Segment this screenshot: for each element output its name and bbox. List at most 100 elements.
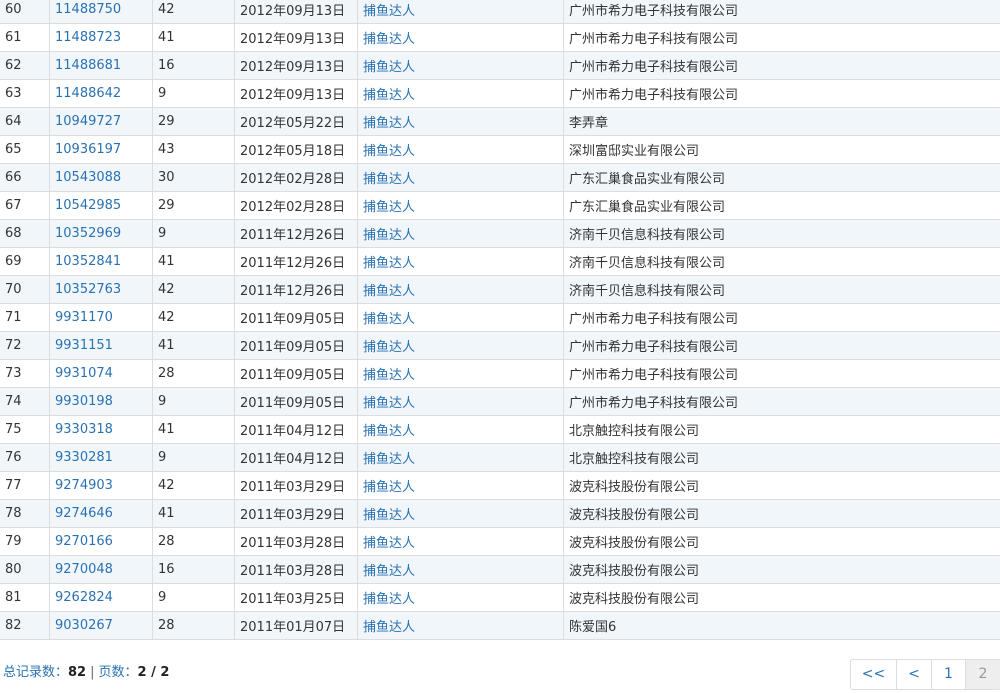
application-date-cell: 2012年05月22日: [234, 107, 358, 136]
registration-number-cell: 9270048: [49, 555, 153, 584]
trademark-name-link[interactable]: 捕鱼达人: [363, 88, 415, 103]
registration-number-cell: 9274646: [49, 499, 153, 528]
registration-number-link[interactable]: 9270048: [55, 562, 113, 577]
registration-number-link[interactable]: 9931151: [55, 338, 113, 353]
registration-number-link[interactable]: 11488723: [55, 30, 121, 45]
trademark-name-cell: 捕鱼达人: [357, 51, 564, 80]
registration-number-link[interactable]: 9330318: [55, 422, 113, 437]
row-number-cell: 80: [0, 555, 50, 584]
previous-page-button[interactable]: <: [896, 659, 932, 690]
table-row: 78 9274646 41 2011年03月29日 捕鱼达人 波克科技股份有限公司: [0, 499, 1000, 528]
table-row: 76 9330281 9 2011年04月12日 捕鱼达人 北京触控科技有限公司: [0, 443, 1000, 472]
table-row: 73 9931074 28 2011年09月05日 捕鱼达人 广州市希力电子科技有限公司: [0, 359, 1000, 388]
trademark-name-link[interactable]: 捕鱼达人: [363, 368, 415, 383]
registration-number-link[interactable]: 10949727: [55, 114, 121, 129]
table-body: 60 11488750 42 2012年09月13日 捕鱼达人 广州市希力电子科技有限公司…: [0, 0, 1000, 640]
registration-number-link[interactable]: 9931074: [55, 366, 113, 381]
application-date-cell: 2011年12月26日: [234, 275, 358, 304]
trademark-name-link[interactable]: 捕鱼达人: [363, 284, 415, 299]
trademark-name-link[interactable]: 捕鱼达人: [363, 480, 415, 495]
trademark-name-link[interactable]: 捕鱼达人: [363, 116, 415, 131]
trademark-name-cell: 捕鱼达人: [357, 275, 564, 304]
table-row: 64 10949727 29 2012年05月22日 捕鱼达人 李弄章: [0, 107, 1000, 136]
class-cell: 28: [152, 611, 235, 640]
trademark-name-cell: 捕鱼达人: [357, 219, 564, 248]
trademark-name-link[interactable]: 捕鱼达人: [363, 564, 415, 579]
page-1-button[interactable]: 1: [931, 659, 966, 690]
row-number-cell: 74: [0, 387, 50, 416]
applicant-cell: 波克科技股份有限公司: [563, 499, 1000, 528]
registration-number-link[interactable]: 9930198: [55, 394, 113, 409]
trademark-name-link[interactable]: 捕鱼达人: [363, 620, 415, 635]
trademark-name-link[interactable]: 捕鱼达人: [363, 536, 415, 551]
trademark-name-link[interactable]: 捕鱼达人: [363, 452, 415, 467]
trademark-name-cell: 捕鱼达人: [357, 555, 564, 584]
application-date-cell: 2011年09月05日: [234, 387, 358, 416]
registration-number-link[interactable]: 9330281: [55, 450, 113, 465]
application-date-cell: 2011年09月05日: [234, 359, 358, 388]
class-cell: 41: [152, 415, 235, 444]
registration-number-link[interactable]: 9030267: [55, 618, 113, 633]
registration-number-link[interactable]: 11488642: [55, 86, 121, 101]
registration-number-link[interactable]: 10936197: [55, 142, 121, 157]
registration-number-cell: 11488723: [49, 23, 153, 52]
registration-number-cell: 11488642: [49, 79, 153, 108]
trademark-name-link[interactable]: 捕鱼达人: [363, 340, 415, 355]
row-number-cell: 79: [0, 527, 50, 556]
class-cell: 42: [152, 275, 235, 304]
row-number-cell: 75: [0, 415, 50, 444]
application-date-cell: 2011年09月05日: [234, 331, 358, 360]
trademark-name-link[interactable]: 捕鱼达人: [363, 32, 415, 47]
application-date-cell: 2011年03月28日: [234, 555, 358, 584]
trademark-name-link[interactable]: 捕鱼达人: [363, 256, 415, 271]
applicant-cell: 广东汇巢食品实业有限公司: [563, 191, 1000, 220]
trademark-name-link[interactable]: 捕鱼达人: [363, 172, 415, 187]
trademark-name-link[interactable]: 捕鱼达人: [363, 200, 415, 215]
class-cell: 42: [152, 0, 235, 24]
table-row: 65 10936197 43 2012年05月18日 捕鱼达人 深圳富邸实业有限公司: [0, 135, 1000, 164]
row-number-cell: 64: [0, 107, 50, 136]
trademark-name-link[interactable]: 捕鱼达人: [363, 396, 415, 411]
table-row: 81 9262824 9 2011年03月25日 捕鱼达人 波克科技股份有限公司: [0, 583, 1000, 612]
page-count-value: 2 / 2: [137, 665, 170, 680]
registration-number-cell: 9931151: [49, 331, 153, 360]
applicant-cell: 广州市希力电子科技有限公司: [563, 387, 1000, 416]
table-row: 74 9930198 9 2011年09月05日 捕鱼达人 广州市希力电子科技有限公司: [0, 387, 1000, 416]
application-date-cell: 2011年04月12日: [234, 443, 358, 472]
trademark-name-link[interactable]: 捕鱼达人: [363, 4, 415, 19]
trademark-name-link[interactable]: 捕鱼达人: [363, 508, 415, 523]
registration-number-cell: 9262824: [49, 583, 153, 612]
registration-number-link[interactable]: 9274903: [55, 478, 113, 493]
applicant-cell: 北京触控科技有限公司: [563, 443, 1000, 472]
applicant-cell: 济南千贝信息科技有限公司: [563, 247, 1000, 276]
row-number-cell: 66: [0, 163, 50, 192]
registration-number-link[interactable]: 11488750: [55, 2, 121, 17]
trademark-name-link[interactable]: 捕鱼达人: [363, 424, 415, 439]
class-cell: 9: [152, 79, 235, 108]
registration-number-cell: 10949727: [49, 107, 153, 136]
class-cell: 29: [152, 191, 235, 220]
trademark-name-link[interactable]: 捕鱼达人: [363, 60, 415, 75]
registration-number-link[interactable]: 9274646: [55, 506, 113, 521]
table-row: 67 10542985 29 2012年02月28日 捕鱼达人 广东汇巢食品实业有限公司: [0, 191, 1000, 220]
class-cell: 9: [152, 387, 235, 416]
application-date-cell: 2012年02月28日: [234, 163, 358, 192]
first-page-button[interactable]: <<: [850, 659, 897, 690]
registration-number-link[interactable]: 10352969: [55, 226, 121, 241]
registration-number-link[interactable]: 10352841: [55, 254, 121, 269]
registration-number-link[interactable]: 10352763: [55, 282, 121, 297]
registration-number-link[interactable]: 9270166: [55, 534, 113, 549]
registration-number-link[interactable]: 10542985: [55, 198, 121, 213]
registration-number-link[interactable]: 10543088: [55, 170, 121, 185]
trademark-name-link[interactable]: 捕鱼达人: [363, 228, 415, 243]
table-row: 70 10352763 42 2011年12月26日 捕鱼达人 济南千贝信息科技有限公司: [0, 275, 1000, 304]
trademark-name-link[interactable]: 捕鱼达人: [363, 144, 415, 159]
applicant-cell: 广州市希力电子科技有限公司: [563, 51, 1000, 80]
trademark-name-cell: 捕鱼达人: [357, 611, 564, 640]
registration-number-link[interactable]: 9262824: [55, 590, 113, 605]
registration-number-link[interactable]: 11488681: [55, 58, 121, 73]
registration-number-cell: 9274903: [49, 471, 153, 500]
trademark-name-link[interactable]: 捕鱼达人: [363, 592, 415, 607]
trademark-name-link[interactable]: 捕鱼达人: [363, 312, 415, 327]
registration-number-link[interactable]: 9931170: [55, 310, 113, 325]
